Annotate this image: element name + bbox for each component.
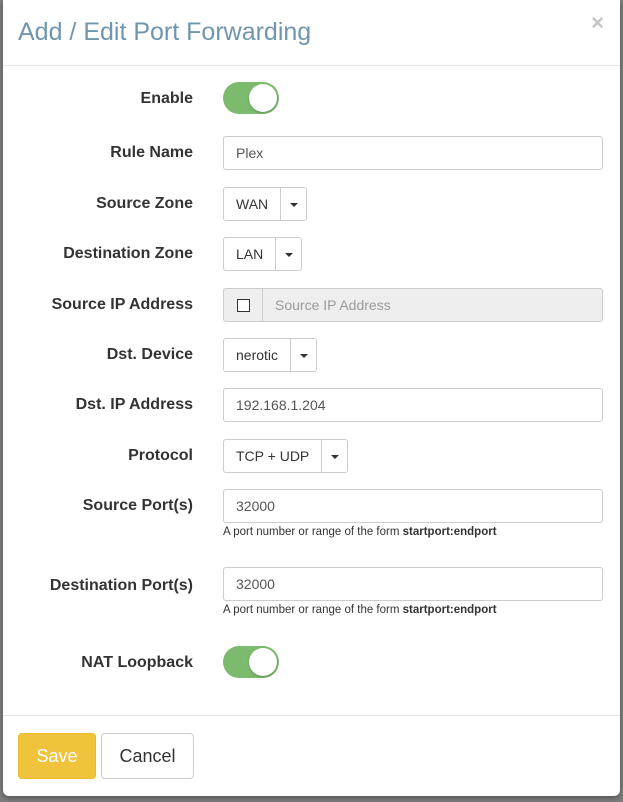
help-text-format: startport:endport [402, 526, 497, 538]
caret-down-icon [331, 455, 340, 459]
help-text-format: startport:endport [402, 604, 497, 616]
protocol-select[interactable]: TCP + UDP [223, 439, 349, 473]
dst-ip-label: Dst. IP Address [75, 396, 193, 413]
dst-device-dropdown-button[interactable] [291, 338, 318, 372]
enable-label: Enable [140, 90, 193, 107]
save-button[interactable]: Save [18, 733, 96, 779]
source-ports-label: Source Port(s) [82, 497, 193, 514]
source-ports-help: A port number or range of the form start… [223, 526, 497, 538]
rule-name-label: Rule Name [110, 144, 193, 161]
dst-device-row: Dst. Device nerotic [3, 338, 620, 372]
toggle-knob [249, 84, 277, 112]
destination-ports-help: A port number or range of the form start… [223, 604, 497, 616]
dst-device-value: nerotic [223, 338, 292, 372]
modal-title: Add / Edit Port Forwarding [18, 18, 312, 46]
dst-ip-input[interactable] [223, 388, 603, 422]
source-ip-checkbox[interactable] [237, 299, 250, 312]
caret-down-icon [290, 203, 299, 207]
destination-ports-label: Destination Port(s) [49, 577, 193, 594]
help-text-prefix: A port number or range of the form [223, 604, 403, 616]
protocol-label: Protocol [128, 447, 193, 464]
enable-toggle[interactable] [223, 82, 279, 114]
destination-zone-dropdown-button[interactable] [276, 237, 303, 271]
dst-device-label: Dst. Device [106, 346, 193, 363]
caret-down-icon [285, 253, 294, 257]
cancel-button[interactable]: Cancel [101, 733, 194, 779]
source-ip-checkbox-addon [223, 288, 263, 322]
destination-ports-row: Destination Port(s) A port number or ran… [3, 567, 620, 621]
source-ip-input[interactable] [263, 288, 603, 322]
port-forwarding-modal: Add / Edit Port Forwarding × Enable Rule… [3, 0, 620, 796]
enable-row: Enable [3, 82, 620, 116]
nat-loopback-toggle[interactable] [223, 646, 279, 678]
source-zone-select[interactable]: WAN [223, 187, 308, 221]
destination-zone-row: Destination Zone LAN [3, 237, 620, 271]
caret-down-icon [300, 354, 309, 358]
destination-ports-input[interactable] [223, 567, 603, 601]
nat-loopback-label: NAT Loopback [81, 654, 193, 671]
source-zone-dropdown-button[interactable] [281, 187, 308, 221]
source-ports-input[interactable] [223, 489, 603, 523]
close-icon[interactable]: × [591, 10, 604, 36]
source-ip-row: Source IP Address [3, 288, 620, 322]
destination-zone-label: Destination Zone [63, 245, 193, 262]
destination-zone-value: LAN [223, 237, 277, 271]
destination-zone-select[interactable]: LAN [223, 237, 303, 271]
rule-name-row: Rule Name [3, 136, 620, 170]
protocol-dropdown-button[interactable] [322, 439, 349, 473]
source-ports-row: Source Port(s) A port number or range of… [3, 489, 620, 543]
toggle-knob [249, 648, 277, 676]
nat-loopback-row: NAT Loopback [3, 646, 620, 680]
source-zone-value: WAN [223, 187, 282, 221]
source-ip-group [223, 288, 603, 322]
dst-device-select[interactable]: nerotic [223, 338, 318, 372]
help-text-prefix: A port number or range of the form [223, 526, 403, 538]
dst-ip-row: Dst. IP Address [3, 388, 620, 422]
modal-header: Add / Edit Port Forwarding × [3, 0, 620, 66]
modal-footer: Save Cancel [3, 715, 620, 796]
source-zone-row: Source Zone WAN [3, 187, 620, 221]
protocol-row: Protocol TCP + UDP [3, 439, 620, 473]
protocol-value: TCP + UDP [223, 439, 323, 473]
rule-name-input[interactable] [223, 136, 603, 170]
source-zone-label: Source Zone [96, 195, 193, 212]
source-ip-label: Source IP Address [51, 296, 193, 313]
